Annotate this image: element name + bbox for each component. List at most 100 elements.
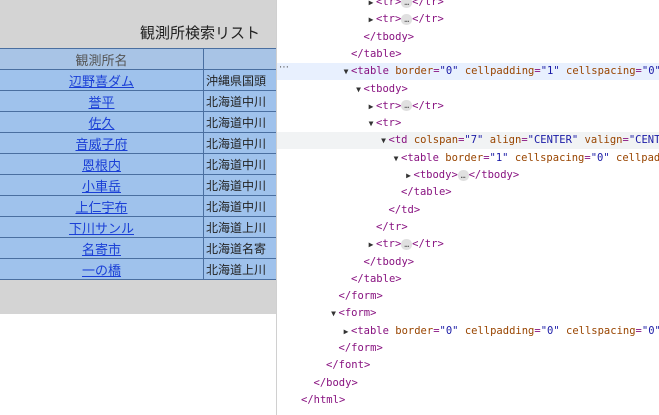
- tag-name: form: [351, 290, 377, 303]
- dom-tree-node[interactable]: </body>: [277, 375, 659, 392]
- attribute-name: border: [395, 324, 434, 337]
- station-link[interactable]: 佐久: [88, 113, 114, 132]
- dom-tree-node[interactable]: ▼ <table border="0" cellpadding="1" cells…: [277, 63, 659, 81]
- rendered-page: 観測所検索リスト 観測所名 辺野喜ダム 沖縄県国頭 誉平 北海道中川 佐久 北海道中川 音威…: [0, 0, 276, 415]
- more-options-icon[interactable]: ⋯: [279, 62, 289, 73]
- markup-punctuation: >: [401, 220, 408, 233]
- attribute-value: "1": [540, 65, 560, 78]
- station-address-cell: 北海道中川: [206, 115, 267, 130]
- dom-tree-node[interactable]: </form>: [277, 288, 659, 305]
- markup-punctuation: >: [338, 393, 346, 406]
- dom-tree-node[interactable]: </tr>: [277, 219, 659, 236]
- attribute-name: border: [395, 65, 434, 78]
- station-link[interactable]: 名寄市: [82, 239, 121, 258]
- table-row: 佐久 北海道中川: [0, 112, 276, 133]
- dom-tree-node[interactable]: </td>: [277, 202, 659, 219]
- dom-tree-node[interactable]: </tbody>: [277, 29, 659, 46]
- table-row: 音威子府 北海道中川: [0, 133, 276, 154]
- tag-name: tr: [424, 99, 438, 112]
- station-name-cell: 誉平: [0, 91, 204, 111]
- attribute-name: align: [489, 134, 522, 147]
- dom-tree-node[interactable]: ▼ <td colspan="7" align="CENTER" valign="…: [277, 132, 659, 150]
- tag-name: tr: [382, 99, 395, 112]
- column-header-address: [204, 49, 276, 69]
- station-link[interactable]: 小車岳: [82, 176, 121, 195]
- markup-punctuation: >: [451, 169, 458, 181]
- station-link[interactable]: 一の橋: [82, 260, 121, 279]
- dom-tree-node[interactable]: </table>: [277, 46, 659, 63]
- expand-arrow-icon[interactable]: ▶: [404, 167, 414, 184]
- expand-arrow-icon[interactable]: ▶: [341, 323, 351, 340]
- dom-tree-node[interactable]: </html>: [277, 392, 659, 409]
- tag-name: table: [407, 151, 439, 164]
- attribute-value: "0": [641, 324, 659, 337]
- dom-tree-node[interactable]: ▼ <tbody>: [277, 81, 659, 98]
- tag-name: form: [344, 307, 371, 320]
- station-link[interactable]: 誉平: [88, 92, 114, 111]
- dom-tree-node[interactable]: ▼ <tr>: [277, 115, 659, 132]
- devtools-elements-panel[interactable]: ▶ <tr>… </tr> ▶ <tr>… </tr> </tbody> </table> ▼ <…: [276, 0, 659, 415]
- tag-name: tbody: [376, 30, 408, 43]
- markup-punctuation: </: [338, 290, 352, 303]
- station-address-cell: 沖縄県国頭: [206, 73, 267, 88]
- station-name-cell: 一の橋: [0, 259, 204, 279]
- station-link[interactable]: 下川サンル: [69, 218, 134, 237]
- station-name-cell: 辺野喜ダム: [0, 70, 204, 90]
- expand-arrow-icon[interactable]: ▶: [366, 0, 376, 11]
- dom-tree-node[interactable]: ▶ <tr>… </tr>: [277, 98, 659, 115]
- expand-arrow-icon[interactable]: ▶: [366, 11, 376, 28]
- station-link[interactable]: 辺野喜ダム: [69, 71, 134, 90]
- collapse-arrow-icon[interactable]: ▼: [366, 115, 376, 132]
- tag-name: tr: [382, 0, 395, 8]
- collapse-arrow-icon[interactable]: ▼: [391, 150, 401, 167]
- dom-tree-node[interactable]: ▶ <tr>… </tr>: [277, 0, 659, 11]
- station-link[interactable]: 音威子府: [75, 134, 127, 153]
- collapse-arrow-icon[interactable]: ▼: [379, 132, 389, 149]
- dom-tree-node[interactable]: ▶ <tbody>… </tbody>: [277, 167, 659, 184]
- station-address-cell: 北海道上川: [206, 262, 267, 277]
- markup-punctuation: >: [413, 203, 421, 216]
- dom-tree-node[interactable]: </table>: [277, 271, 659, 288]
- collapse-arrow-icon[interactable]: ▼: [341, 63, 351, 80]
- dom-tree-node[interactable]: ▶ <tr>… </tr>: [277, 11, 659, 28]
- markup-punctuation: </: [351, 47, 364, 60]
- tag-name: body: [326, 376, 352, 389]
- station-link[interactable]: 恩根内: [82, 155, 121, 174]
- dom-tree-node[interactable]: ▼ <form>: [277, 305, 659, 322]
- markup-punctuation: >: [395, 47, 402, 60]
- dom-tree-node[interactable]: </font>: [277, 357, 659, 374]
- station-name-cell: 佐久: [0, 112, 204, 132]
- markup-punctuation: >: [370, 307, 377, 320]
- attribute-name: cellspacing: [566, 324, 636, 337]
- table-row: 下川サンル 北海道上川: [0, 217, 276, 238]
- collapsed-children-badge[interactable]: …: [401, 238, 413, 250]
- tag-name: tr: [382, 238, 395, 251]
- collapse-arrow-icon[interactable]: ▼: [329, 305, 339, 322]
- dom-tree-node[interactable]: </tbody>: [277, 254, 659, 271]
- dom-tree-node[interactable]: ▼ <table border="1" cellspacing="0" cellp…: [277, 150, 659, 167]
- markup-punctuation: </: [412, 99, 425, 112]
- dom-tree-node[interactable]: </table>: [277, 184, 659, 201]
- dom-tree-node[interactable]: ▶ <table border="0" cellpadding="0" cells…: [277, 323, 659, 340]
- tag-name: tr: [424, 0, 438, 8]
- collapsed-children-badge[interactable]: …: [401, 13, 413, 25]
- expand-arrow-icon[interactable]: ▶: [366, 98, 376, 115]
- collapsed-children-badge[interactable]: …: [457, 169, 469, 181]
- collapse-arrow-icon[interactable]: ▼: [354, 81, 364, 98]
- dom-tree-node[interactable]: </form>: [277, 340, 659, 357]
- markup-punctuation: >: [407, 30, 415, 43]
- markup-punctuation: </: [313, 376, 327, 389]
- attribute-name: border: [445, 151, 484, 164]
- collapsed-children-badge[interactable]: …: [401, 0, 413, 8]
- collapsed-children-badge[interactable]: …: [401, 100, 413, 112]
- expand-arrow-icon[interactable]: ▶: [366, 236, 376, 253]
- markup-punctuation: </: [412, 13, 425, 26]
- dom-tree-node[interactable]: ▶ <tr>… </tr>: [277, 236, 659, 253]
- attribute-name: cellpadding: [464, 324, 535, 337]
- tag-name: table: [413, 186, 446, 199]
- station-link[interactable]: 上仁宇布: [75, 197, 127, 216]
- markup-punctuation: >: [445, 186, 452, 199]
- station-address-cell: 北海道名寄: [206, 241, 267, 256]
- markup-punctuation: >: [407, 255, 415, 268]
- markup-punctuation: </: [468, 169, 482, 181]
